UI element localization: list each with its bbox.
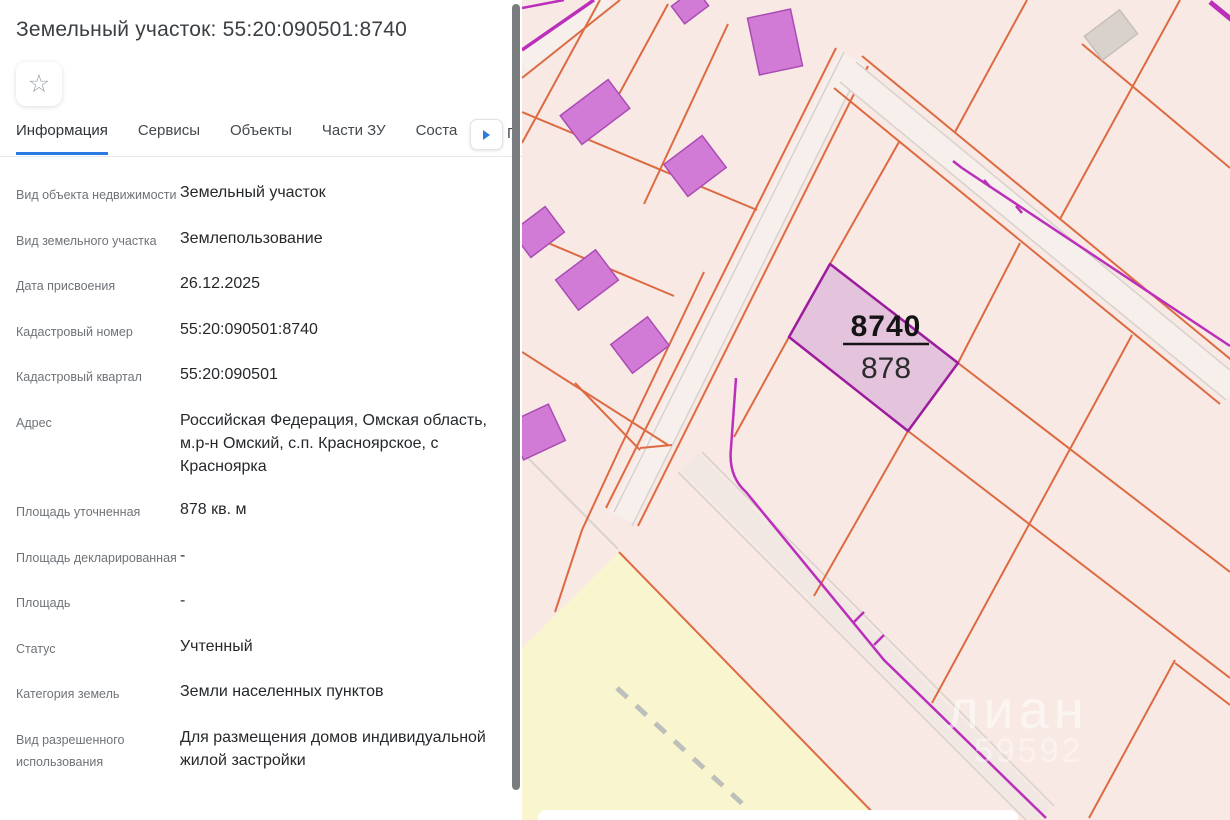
field-land-category: Категория земель Земли населенных пункто… [16,680,504,706]
field-area-refined: Площадь уточненная 878 кв. м [16,498,504,524]
field-cadastral-number: Кадастровый номер 55:20:090501:8740 [16,318,504,344]
favorite-button[interactable]: ☆ [16,62,62,106]
tab-services[interactable]: Сервисы [138,122,200,152]
map-bottom-panel [538,810,1018,820]
field-permitted-use: Вид разрешенного использования Для разме… [16,726,504,774]
selected-parcel-number: 8740 [851,310,922,343]
tab-objects[interactable]: Объекты [230,122,292,152]
page-title: Земельный участок: 55:20:090501:8740 [0,0,522,42]
tabs-scroll-right-button[interactable] [470,119,503,150]
svg-text:лиан: лиан [947,680,1089,740]
field-cadastral-quarter: Кадастровый квартал 55:20:090501 [16,363,504,389]
star-icon: ☆ [28,69,50,99]
svg-text:59592: 59592 [974,732,1084,770]
tab-parcel-parts[interactable]: Части ЗУ [322,122,386,152]
object-info-panel: Земельный участок: 55:20:090501:8740 ☆ И… [0,0,522,820]
field-address: Адрес Российская Федерация, Омская облас… [16,409,504,479]
field-status: Статус Учтенный [16,635,504,661]
selected-parcel-area: 878 [861,352,911,385]
tab-composition[interactable]: Соста [416,122,458,152]
attributes-list: Вид объекта недвижимости Земельный участ… [0,181,522,774]
field-area: Площадь - [16,589,504,615]
field-parcel-kind: Вид земельного участка Землепользование [16,227,504,253]
field-assign-date: Дата присвоения 26.12.2025 [16,272,504,298]
field-area-declared: Площадь декларированная - [16,544,504,570]
panel-scrollbar[interactable] [512,4,520,790]
tab-bar: Информация Сервисы Объекты Части ЗУ Сост… [0,122,522,157]
chevron-right-icon [483,130,490,140]
tab-information[interactable]: Информация [16,122,108,155]
field-object-kind: Вид объекта недвижимости Земельный участ… [16,181,504,207]
cadastral-map[interactable]: 8740 878 лиан 59592 [522,0,1230,820]
